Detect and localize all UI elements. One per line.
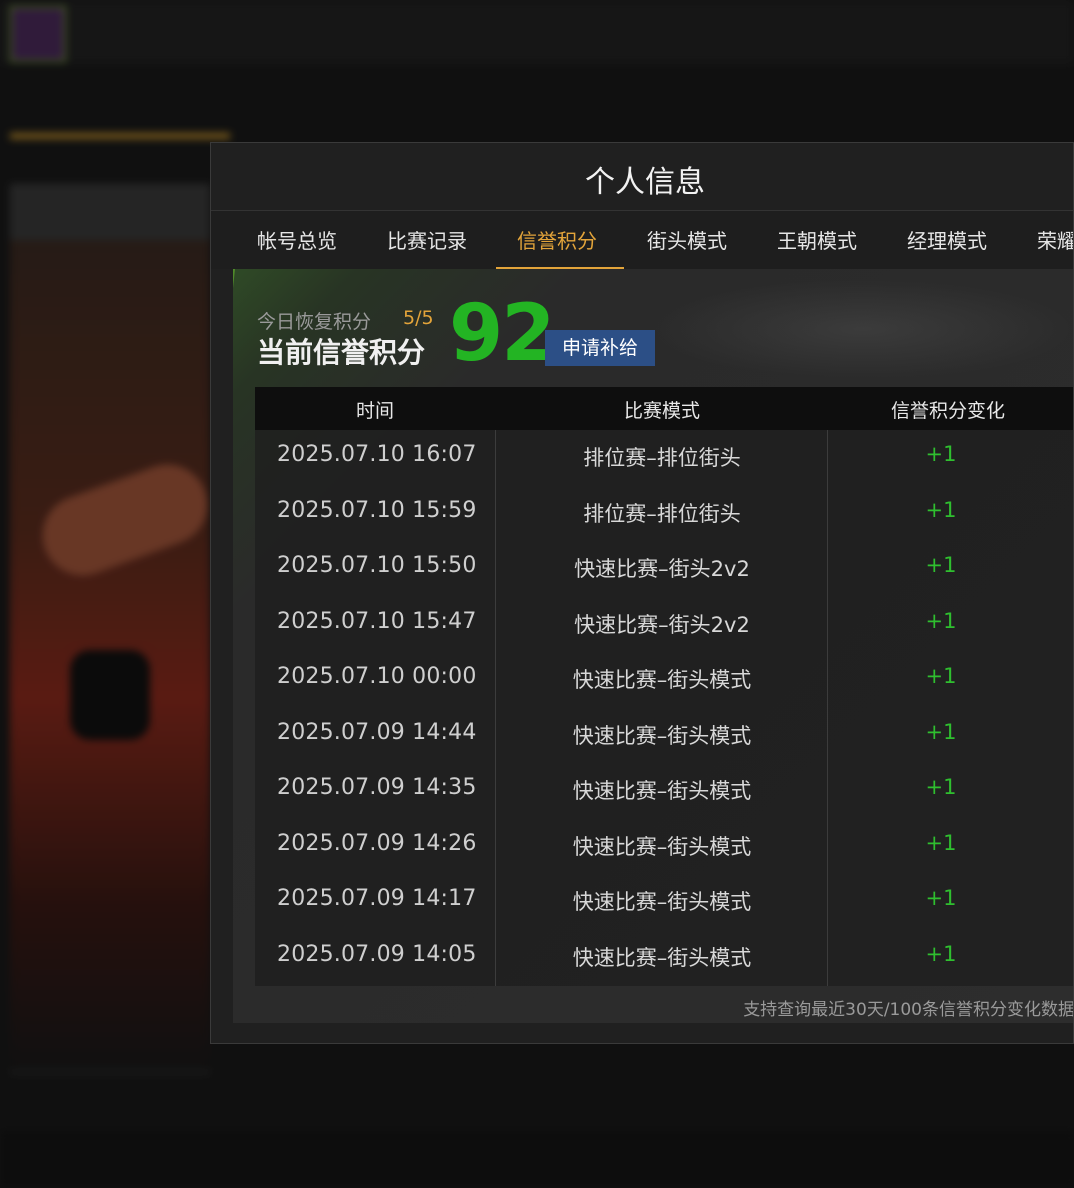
apply-supply-button[interactable]: 申请补给 <box>545 330 655 366</box>
row-time: 2025.07.09 14:35 <box>277 775 477 800</box>
row-mode: 快速比赛–街头2v2 <box>574 612 750 637</box>
row-time: 2025.07.09 14:05 <box>277 941 477 967</box>
recover-label: 今日恢复积分 <box>257 311 372 333</box>
row-time: 2025.07.10 16:07 <box>277 442 477 467</box>
row-mode: 排位赛–排位街头 <box>583 446 741 470</box>
table-row: 2025.07.09 14:26 快速比赛–街头模式 +1 <box>255 819 1073 875</box>
query-note: 支持查询最近30天/100条信誉积分变化数据 <box>743 1000 1074 1020</box>
tab-credit-score[interactable]: 信誉积分 <box>517 225 597 254</box>
row-change: +1 <box>925 553 957 577</box>
row-change: +1 <box>925 608 957 633</box>
current-score-value: 92 <box>449 289 556 379</box>
row-change: +1 <box>925 719 957 744</box>
row-time: 2025.07.09 14:17 <box>277 886 477 911</box>
tab-manager-mode[interactable]: 经理模式 <box>907 225 987 254</box>
table-row: 2025.07.10 16:07 排位赛–排位街头 +1 <box>255 430 1073 486</box>
row-mode: 排位赛–排位街头 <box>583 501 741 526</box>
decorative-glow <box>653 279 1073 379</box>
row-change: +1 <box>925 497 957 522</box>
row-time: 2025.07.09 14:26 <box>277 830 477 856</box>
row-time: 2025.07.10 15:47 <box>277 608 477 634</box>
table-row: 2025.07.09 14:35 快速比赛–街头模式 +1 <box>255 763 1073 819</box>
row-mode: 快速比赛–街头模式 <box>572 834 752 859</box>
row-mode: 快速比赛–街头模式 <box>572 723 752 748</box>
current-score-label: 当前信誉积分 <box>257 336 426 369</box>
row-time: 2025.07.10 00:00 <box>277 664 477 689</box>
row-change: +1 <box>925 830 957 855</box>
table-body: 2025.07.10 16:07 排位赛–排位街头 +1 2025.07.10 15:… <box>255 430 1073 986</box>
personal-info-modal: 个人信息 帐号总览 比赛记录 信誉积分 街头模式 王朝模式 经理模式 荣耀 今日… <box>210 142 1074 1044</box>
decorative-stripe <box>233 269 235 1009</box>
credit-score-panel: 今日恢复积分 5/5 当前信誉积分 92 申请补给 时间 比赛模式 信誉积分变化… <box>233 269 1074 1023</box>
recover-value: 5/5 <box>403 307 434 329</box>
row-time: 2025.07.10 15:59 <box>277 497 477 523</box>
table-row: 2025.07.10 00:00 快速比赛–街头模式 +1 <box>255 652 1073 708</box>
table-row: 2025.07.09 14:44 快速比赛–街头模式 +1 <box>255 708 1073 764</box>
row-change: +1 <box>925 442 957 466</box>
row-change: +1 <box>925 886 957 910</box>
row-mode: 快速比赛–街头模式 <box>572 945 752 970</box>
tab-dynasty-mode[interactable]: 王朝模式 <box>777 225 857 254</box>
row-mode: 快速比赛–街头2v2 <box>574 557 750 581</box>
tab-street-mode[interactable]: 街头模式 <box>647 225 727 254</box>
row-time: 2025.07.09 14:44 <box>277 719 477 745</box>
header-mode: 比赛模式 <box>623 400 700 422</box>
header-time: 时间 <box>355 400 394 422</box>
modal-title: 个人信息 <box>585 165 705 200</box>
row-change: +1 <box>925 664 957 688</box>
credit-history-table: 时间 比赛模式 信誉积分变化 2025.07.10 16:07 排位赛–排位街头 +… <box>255 387 1073 987</box>
row-mode: 快速比赛–街头模式 <box>572 668 752 692</box>
tab-glory[interactable]: 荣耀 <box>1037 225 1073 254</box>
table-row: 2025.07.09 14:05 快速比赛–街头模式 +1 <box>255 930 1073 986</box>
row-change: +1 <box>925 941 957 966</box>
table-row: 2025.07.09 14:17 快速比赛–街头模式 +1 <box>255 874 1073 930</box>
tab-match-records[interactable]: 比赛记录 <box>387 225 467 254</box>
row-change: +1 <box>925 775 957 799</box>
tab-account-overview[interactable]: 帐号总览 <box>257 225 337 254</box>
table-row: 2025.07.10 15:59 排位赛–排位街头 +1 <box>255 486 1073 542</box>
table-row: 2025.07.10 15:50 快速比赛–街头2v2 +1 <box>255 541 1073 597</box>
row-time: 2025.07.10 15:50 <box>277 553 477 578</box>
table-row: 2025.07.10 15:47 快速比赛–街头2v2 +1 <box>255 597 1073 653</box>
modal-header: 个人信息 <box>211 143 1073 211</box>
table-header: 时间 比赛模式 信誉积分变化 <box>255 387 1073 430</box>
row-mode: 快速比赛–街头模式 <box>572 779 752 803</box>
modal-tabs: 帐号总览 比赛记录 信誉积分 街头模式 王朝模式 经理模式 荣耀 <box>211 211 1073 269</box>
row-mode: 快速比赛–街头模式 <box>572 890 752 914</box>
header-change: 信誉积分变化 <box>890 400 1005 422</box>
